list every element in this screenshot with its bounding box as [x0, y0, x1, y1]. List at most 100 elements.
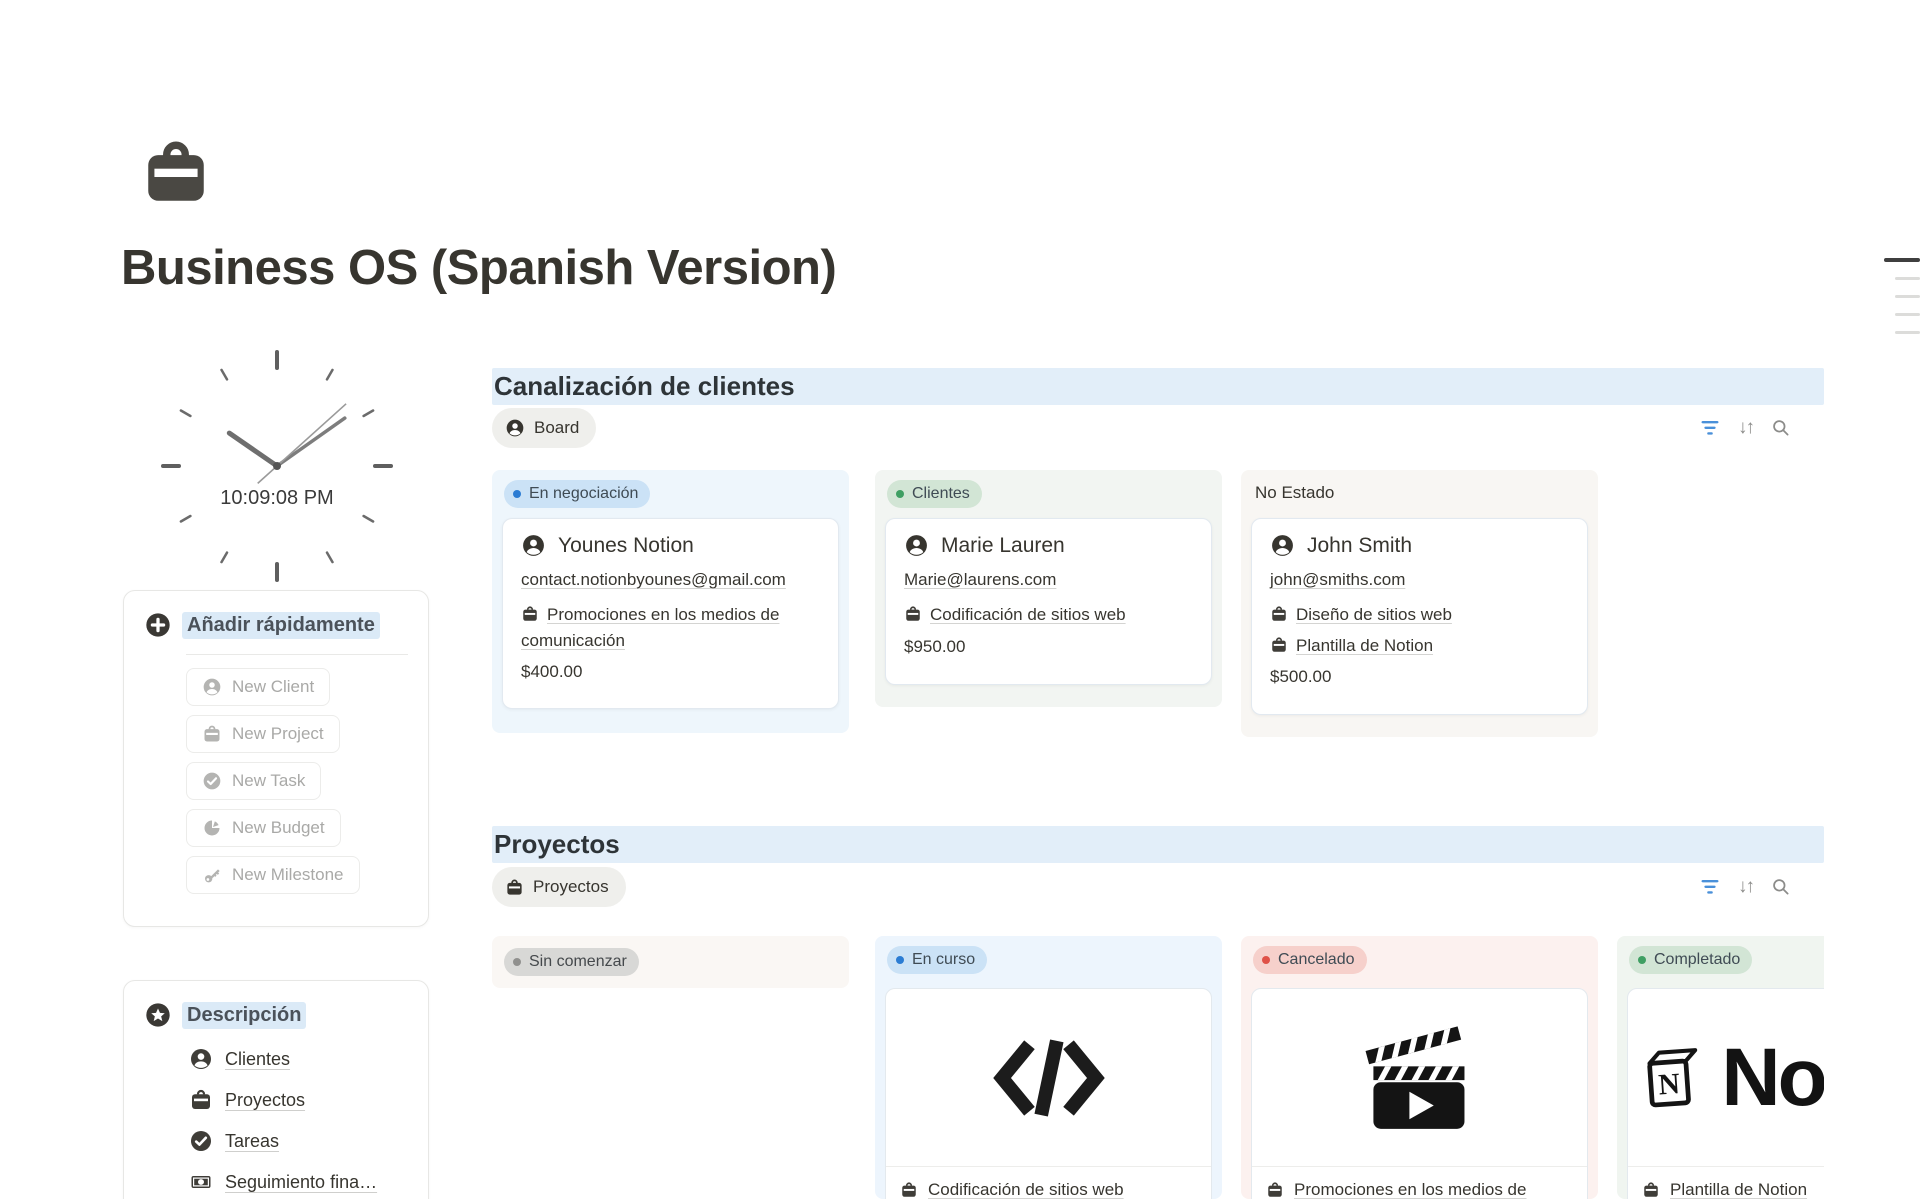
client-name: Younes Notion [558, 534, 694, 558]
new-client-button[interactable]: New Client [186, 668, 330, 706]
link-proyectos[interactable]: Proyectos [189, 1088, 408, 1112]
notion-logo: N [1640, 1030, 1707, 1126]
notion-wordmark: Notion [1721, 1031, 1824, 1125]
code-icon [988, 1035, 1110, 1121]
briefcase-icon [1642, 1181, 1660, 1199]
briefcase-icon [1270, 636, 1288, 654]
client-project-link[interactable]: Codificación de sitios web [904, 602, 1193, 628]
hour-hand [229, 433, 277, 466]
sort-icon[interactable]: ↓↑ [1738, 876, 1753, 898]
projects-kanban-board: Sin comenzar En curso Codificación [492, 936, 1824, 1199]
person-icon [1270, 533, 1295, 558]
new-budget-button[interactable]: New Budget [186, 809, 341, 847]
project-card[interactable]: Codificación de sitios web [885, 988, 1212, 1199]
column-completado: Completado N Notion [1617, 936, 1824, 1199]
status-label[interactable]: No Estado [1255, 483, 1334, 503]
sort-icon[interactable]: ↓↑ [1738, 417, 1753, 439]
svg-text:N: N [1657, 1068, 1681, 1101]
divider [186, 654, 408, 655]
new-milestone-button[interactable]: New Milestone [186, 856, 360, 894]
briefcase-icon [202, 724, 222, 744]
status-badge[interactable]: Completado [1629, 946, 1752, 974]
description-card: Descripción Clientes Proyectos Tareas Se… [123, 980, 429, 1199]
client-amount: $400.00 [521, 662, 820, 682]
column-no-estado: No Estado John Smith john@smiths.com Dis… [1241, 470, 1598, 737]
notion-page: Business OS (Spanish Version) 10: [0, 0, 1920, 1199]
star-circle-icon [144, 1001, 172, 1029]
quick-add-title: Añadir rápidamente [182, 612, 380, 639]
status-badge[interactable]: Sin comenzar [504, 948, 639, 976]
client-email[interactable]: contact.notionbyounes@gmail.com [521, 570, 820, 590]
status-dot [896, 490, 904, 498]
outline-line[interactable] [1895, 313, 1920, 316]
link-seguimiento[interactable]: Seguimiento fina… [189, 1170, 408, 1194]
projects-board-toolbar: Proyectos ↓↑ [492, 867, 1824, 907]
client-amount: $500.00 [1270, 667, 1569, 687]
status-badge[interactable]: En curso [887, 946, 987, 974]
banknote-icon [189, 1170, 213, 1194]
column-sin-comenzar: Sin comenzar [492, 936, 849, 988]
link-tareas[interactable]: Tareas [189, 1129, 408, 1153]
page-briefcase-icon[interactable] [137, 136, 215, 215]
client-card[interactable]: John Smith john@smiths.com Diseño de sit… [1251, 518, 1588, 715]
plus-circle-icon [144, 611, 172, 639]
outline-line-active[interactable] [1884, 258, 1920, 262]
briefcase-icon [189, 1088, 213, 1112]
new-task-button[interactable]: New Task [186, 762, 321, 800]
client-name: John Smith [1307, 534, 1412, 558]
briefcase-icon [505, 878, 524, 897]
column-en-curso: En curso Codificación de sitios web [875, 936, 1222, 1199]
status-badge[interactable]: Cancelado [1253, 946, 1367, 974]
client-name: Marie Lauren [941, 534, 1065, 558]
client-project-link[interactable]: Promociones en los medios de comunicació… [521, 602, 820, 653]
status-dot [513, 490, 521, 498]
status-badge[interactable]: Clientes [887, 480, 982, 508]
outline-line[interactable] [1895, 277, 1920, 280]
client-project-link[interactable]: Diseño de sitios web [1270, 602, 1569, 628]
key-icon [202, 865, 222, 885]
status-dot [1262, 956, 1270, 964]
digital-clock-time: 10:09:08 PM [157, 487, 397, 510]
second-hand [258, 404, 346, 484]
search-icon[interactable] [1771, 877, 1792, 898]
briefcase-icon [1270, 605, 1288, 623]
outline-line[interactable] [1895, 331, 1920, 334]
client-email[interactable]: john@smiths.com [1270, 570, 1569, 590]
client-email[interactable]: Marie@laurens.com [904, 570, 1193, 590]
column-clientes: Clientes Marie Lauren Marie@laurens.com … [875, 470, 1222, 707]
client-card[interactable]: Marie Lauren Marie@laurens.com Codificac… [885, 518, 1212, 685]
tab-board-view[interactable]: Board [492, 408, 596, 448]
outline-line[interactable] [1895, 295, 1920, 298]
client-card[interactable]: Younes Notion contact.notionbyounes@gmai… [502, 518, 839, 709]
project-caption-link[interactable]: Promociones en los medios de [1252, 1167, 1587, 1199]
client-amount: $950.00 [904, 637, 1193, 657]
status-badge[interactable]: En negociación [504, 480, 650, 508]
clapperboard-icon [1358, 1024, 1482, 1132]
new-project-button[interactable]: New Project [186, 715, 340, 753]
person-icon [521, 533, 546, 558]
search-icon[interactable] [1771, 418, 1792, 439]
minute-hand [277, 418, 345, 466]
clients-board-toolbar: Board ↓↑ [492, 408, 1824, 448]
briefcase-icon [900, 1181, 918, 1199]
person-icon [189, 1047, 213, 1071]
column-cancelado: Cancelado [1241, 936, 1598, 1199]
briefcase-icon [904, 605, 922, 623]
project-card[interactable]: Promociones en los medios de [1251, 988, 1588, 1199]
outline-indicator[interactable] [1880, 258, 1920, 349]
description-title: Descripción [182, 1002, 306, 1029]
project-card[interactable]: N Notion Plantilla de Notion [1627, 988, 1824, 1199]
projects-section-heading: Proyectos [492, 826, 1824, 863]
check-circle-icon [202, 771, 222, 791]
page-title[interactable]: Business OS (Spanish Version) [121, 240, 836, 296]
tab-proyectos-view[interactable]: Proyectos [492, 867, 626, 907]
briefcase-icon [1266, 1181, 1284, 1199]
client-project-link[interactable]: Plantilla de Notion [1270, 633, 1569, 659]
status-dot [1638, 956, 1646, 964]
filter-icon[interactable] [1700, 420, 1720, 436]
project-caption-link[interactable]: Plantilla de Notion [1628, 1167, 1824, 1199]
project-caption-link[interactable]: Codificación de sitios web [886, 1167, 1211, 1199]
filter-icon[interactable] [1700, 879, 1720, 895]
clients-section-heading: Canalización de clientes [492, 368, 1824, 405]
link-clientes[interactable]: Clientes [189, 1047, 408, 1071]
